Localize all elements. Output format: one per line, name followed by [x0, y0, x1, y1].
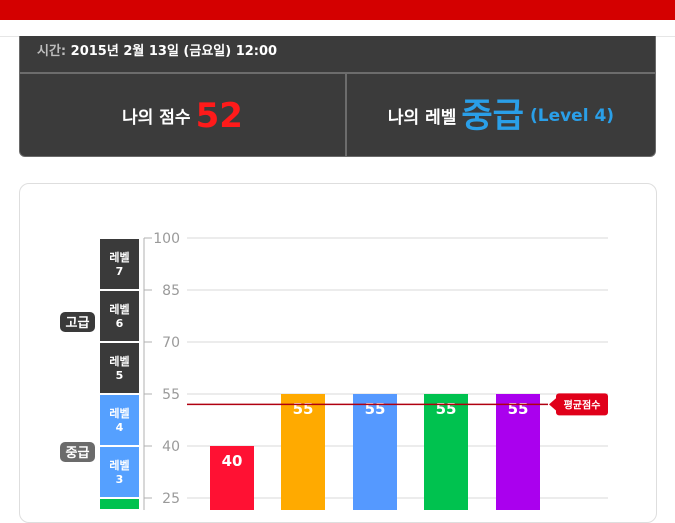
level-scale-label: 레벨 [109, 302, 129, 316]
y-tick-label: 85 [162, 283, 180, 299]
score-chart: 2540557085100레벨7레벨6레벨5레벨4레벨3고급중급 4055 55 55… [60, 231, 608, 510]
level-scale-block [100, 395, 139, 445]
bar-value-label: 40 [222, 452, 243, 470]
bar-value-label: 55 [293, 400, 314, 418]
bar-value-label: 55 [508, 400, 529, 418]
level-scale-number: 6 [116, 317, 124, 330]
level-scale-label: 레벨 [109, 406, 129, 420]
level-scale-number: 4 [116, 421, 124, 434]
tier-badge-label: 중급 [66, 446, 90, 461]
level-scale-block [100, 447, 139, 497]
bar-value-label: 55 [436, 400, 457, 418]
level-scale-label: 레벨 [109, 458, 129, 472]
y-tick-label: 55 [162, 387, 180, 403]
level-scale-number: 5 [116, 369, 124, 382]
level-scale-label: 레벨 [109, 250, 129, 264]
average-marker-arrow [549, 397, 557, 412]
level-scale-block [100, 499, 139, 509]
level-scale-block [100, 291, 139, 341]
level-scale-number: 3 [116, 473, 124, 486]
level-scale-block [100, 343, 139, 393]
y-tick-label: 70 [162, 335, 180, 351]
level-scale-number: 7 [116, 265, 124, 278]
bar-value-label: 55 [365, 400, 386, 418]
tier-badge-label: 고급 [66, 316, 90, 331]
y-tick-label: 25 [162, 491, 180, 507]
level-scale-block [100, 239, 139, 289]
level-scale-label: 레벨 [109, 354, 129, 368]
average-label: 평균점수 [564, 398, 601, 411]
y-tick-label: 40 [162, 439, 180, 455]
y-tick-label: 100 [153, 231, 180, 247]
